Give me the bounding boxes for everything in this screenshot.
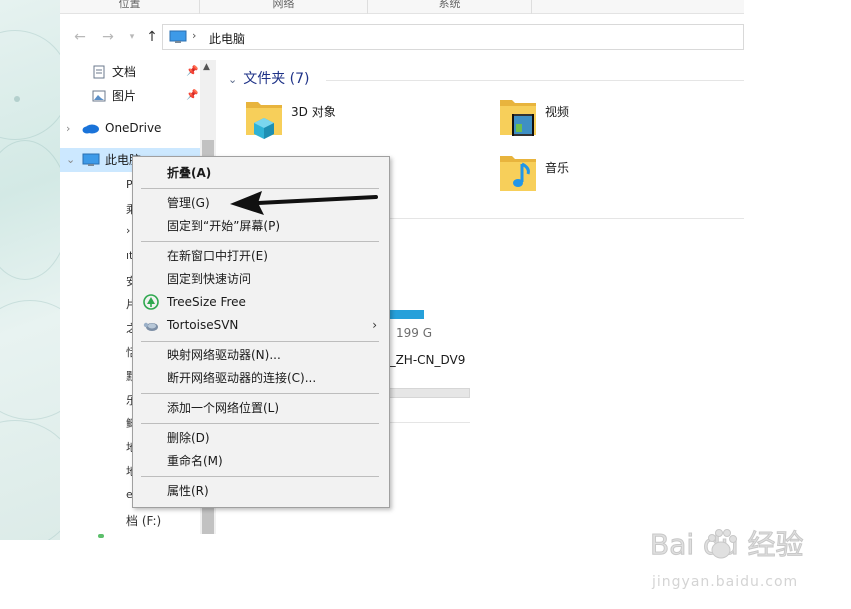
- tree-item-drive-f[interactable]: 档 (F:): [126, 512, 161, 529]
- menu-item-properties[interactable]: 属性(R): [135, 480, 387, 503]
- onedrive-cloud-icon: [82, 124, 99, 134]
- baidu-jingyan-watermark: Bai du 经验 jingyan.baidu.com: [648, 520, 838, 600]
- menu-item-rename[interactable]: 重命名(M): [135, 450, 387, 473]
- menu-separator: [141, 241, 379, 242]
- treesize-icon: [143, 294, 159, 310]
- menu-item-treesize[interactable]: TreeSize Free: [135, 291, 387, 314]
- menu-item-label: 属性(R): [167, 484, 209, 498]
- menu-item-label: TortoiseSVN: [167, 318, 239, 332]
- ribbon-group-labels: 位置 网络 系统: [60, 0, 744, 14]
- pin-icon[interactable]: 📌: [186, 66, 198, 77]
- folder-3d-objects[interactable]: [244, 96, 284, 140]
- menu-item-label: 固定到“开始”屏幕(P): [167, 219, 281, 233]
- menu-item-tortoisesvn[interactable]: TortoiseSVN ›: [135, 314, 387, 337]
- breadcrumb-separator: ›: [192, 29, 197, 42]
- menu-item-label: 映射网络驱动器(N)...: [167, 348, 281, 362]
- menu-separator: [141, 423, 379, 424]
- this-pc-icon: [82, 153, 100, 166]
- pin-icon[interactable]: 📌: [186, 90, 198, 101]
- collapse-chevron-icon: ⌄: [228, 73, 238, 86]
- menu-item-open-new-window[interactable]: 在新窗口中打开(E): [135, 245, 387, 268]
- tree-item-label: OneDrive: [105, 121, 162, 135]
- drive-size-text: 199 G: [396, 326, 433, 340]
- annotation-arrow-icon: [230, 191, 378, 215]
- menu-item-label: 固定到快速访问: [167, 272, 252, 286]
- tree-item-child[interactable]: ›: [126, 224, 130, 237]
- menu-item-collapse[interactable]: 折叠(A): [135, 162, 387, 185]
- menu-separator: [141, 341, 379, 342]
- folder-music[interactable]: [498, 152, 538, 196]
- folder-label: 音乐: [545, 161, 570, 175]
- videos-folder-icon: [500, 100, 536, 136]
- tree-item-label: 文档: [112, 65, 137, 79]
- address-bar[interactable]: › 此电脑: [162, 24, 744, 50]
- folder-label: 3D 对象: [291, 105, 336, 119]
- decorative-fleck: [98, 534, 104, 538]
- scroll-up-arrow-icon[interactable]: ▲: [203, 62, 210, 72]
- menu-item-label: 删除(D): [167, 431, 210, 445]
- menu-item-label: 添加一个网络位置(L): [167, 401, 280, 415]
- menu-separator: [141, 476, 379, 477]
- collapse-chevron-icon[interactable]: ⌄: [66, 153, 75, 166]
- desktop-swirl: [0, 30, 60, 140]
- ribbon-group-location: 位置: [60, 0, 200, 14]
- back-arrow-icon[interactable]: ←: [72, 28, 88, 46]
- baidu-paw-logo-icon: Bai du 经验: [650, 528, 804, 562]
- document-icon: [93, 65, 105, 79]
- desktop-dot: [14, 96, 20, 102]
- menu-item-label: 重命名(M): [167, 454, 223, 468]
- menu-item-add-network-location[interactable]: 添加一个网络位置(L): [135, 397, 387, 420]
- menu-item-map-network-drive[interactable]: 映射网络驱动器(N)...: [135, 344, 387, 367]
- breadcrumb-this-pc[interactable]: 此电脑: [209, 30, 245, 47]
- folders-header-label: 文件夹 (7): [243, 71, 310, 87]
- pictures-icon: [92, 90, 106, 102]
- this-pc-icon: [169, 30, 187, 43]
- folder-videos[interactable]: [498, 96, 538, 140]
- expand-chevron-icon[interactable]: ›: [66, 122, 70, 135]
- drive-name-text[interactable]: E_ZH-CN_DV9: [382, 353, 465, 367]
- menu-item-label: 折叠(A): [167, 166, 212, 180]
- menu-item-label: TreeSize Free: [167, 295, 246, 309]
- menu-item-delete[interactable]: 删除(D): [135, 427, 387, 450]
- recent-locations-chevron-icon[interactable]: ▾: [124, 28, 140, 46]
- menu-item-pin-quick-access[interactable]: 固定到快速访问: [135, 268, 387, 291]
- menu-item-disconnect-network-drive[interactable]: 断开网络驱动器的连接(C)...: [135, 367, 387, 390]
- ribbon-group-system: 系统: [368, 0, 532, 14]
- folders-section-header[interactable]: ⌄ 文件夹 (7): [228, 68, 310, 88]
- 3d-objects-folder-icon: [246, 102, 282, 139]
- menu-item-label: 管理(G): [167, 196, 210, 210]
- menu-separator: [141, 393, 379, 394]
- menu-item-label: 在新窗口中打开(E): [167, 249, 268, 263]
- desktop-swirl: [0, 140, 60, 280]
- folder-label: 视频: [545, 105, 570, 119]
- menu-item-pin-to-start[interactable]: 固定到“开始”屏幕(P): [135, 215, 387, 238]
- submenu-chevron-icon: ›: [372, 318, 377, 332]
- watermark-url: jingyan.baidu.com: [652, 574, 799, 590]
- desktop-background: [0, 0, 60, 540]
- tortoisesvn-icon: [143, 322, 158, 331]
- ribbon-group-network: 网络: [200, 0, 368, 14]
- forward-arrow-icon[interactable]: →: [100, 28, 116, 46]
- desktop-swirl: [0, 300, 60, 420]
- menu-item-label: 断开网络驱动器的连接(C)...: [167, 371, 317, 385]
- section-divider: [326, 80, 744, 81]
- up-arrow-icon[interactable]: ↑: [144, 28, 160, 46]
- desktop-swirl: [0, 420, 60, 540]
- navigation-row: ← → ▾ ↑ › 此电脑: [60, 22, 744, 52]
- music-folder-icon: [500, 156, 536, 191]
- tree-item-label: 图片: [112, 89, 137, 103]
